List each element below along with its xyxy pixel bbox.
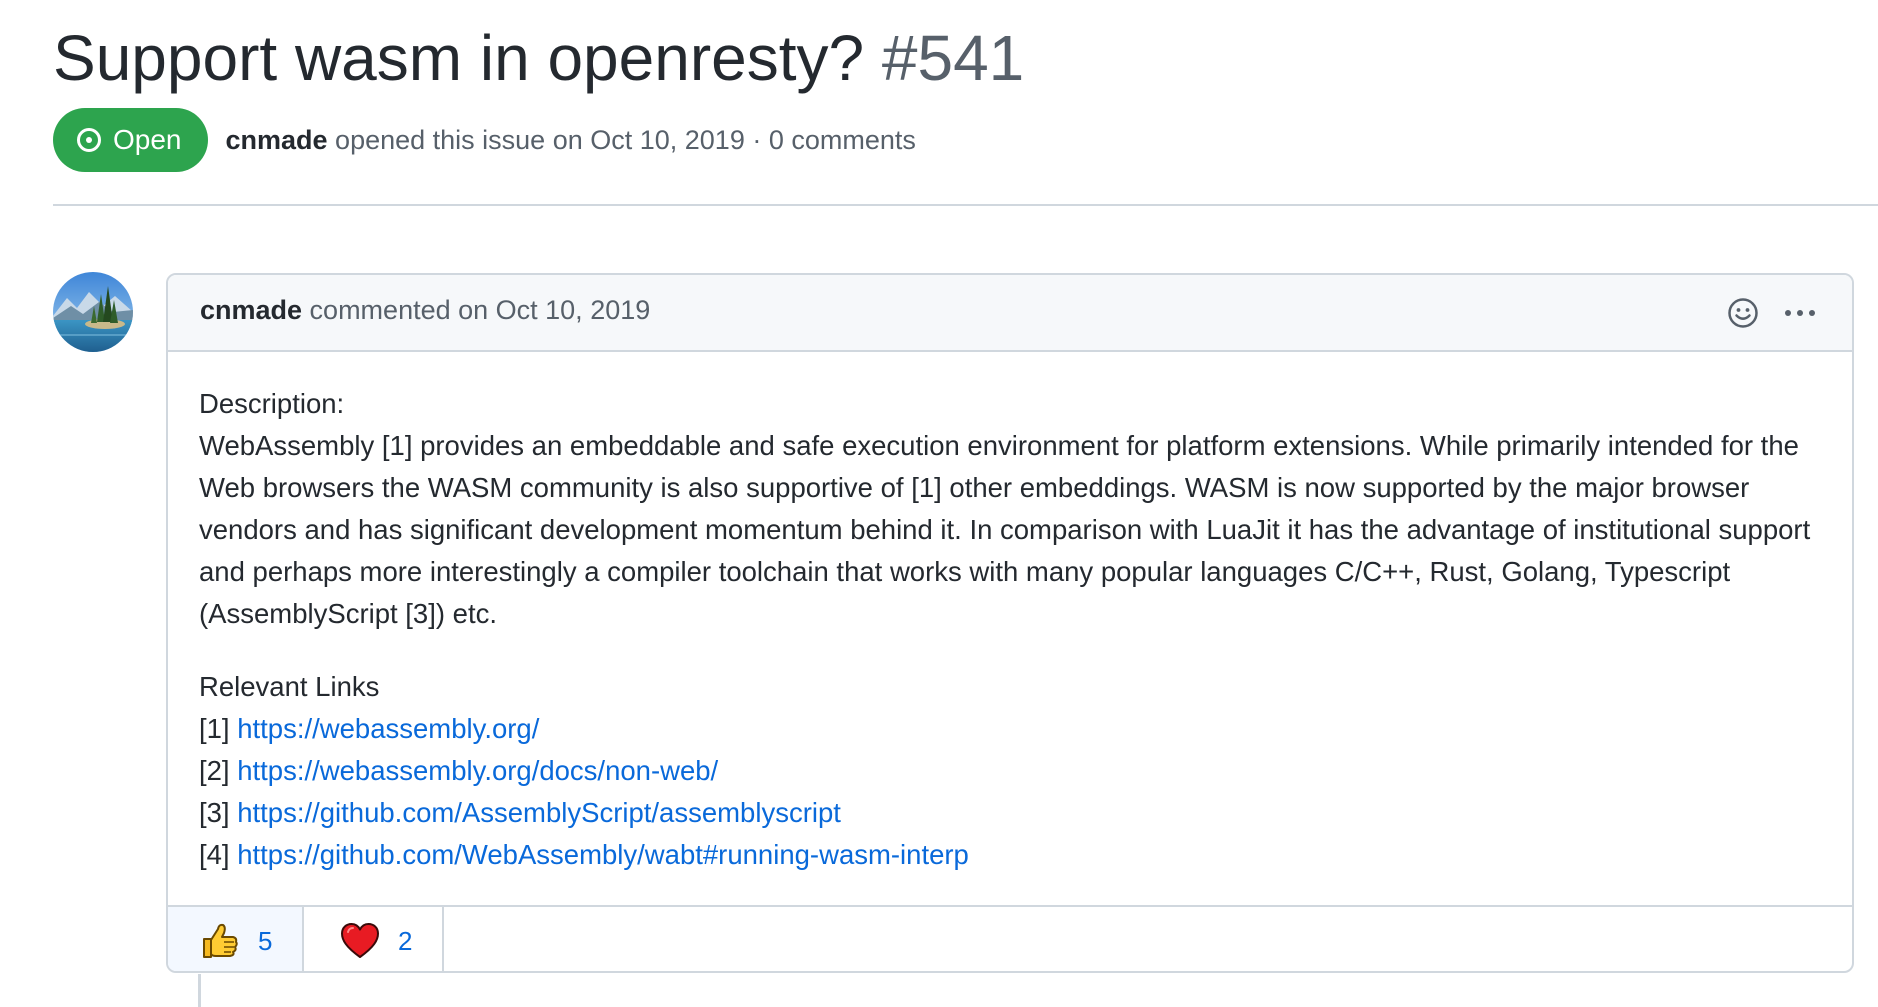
- issue-meta: Open cnmade opened this issue on Oct 10,…: [53, 108, 916, 172]
- comment-author-link[interactable]: cnmade: [200, 295, 302, 325]
- heart-count: 2: [398, 925, 413, 956]
- comment-body: Description: WebAssembly [1] provides an…: [199, 383, 1829, 876]
- smiley-icon: [1728, 298, 1758, 328]
- issue-meta-text: cnmade opened this issue on Oct 10, 2019…: [226, 125, 916, 156]
- avatar[interactable]: [53, 272, 133, 352]
- description-label: Description:: [199, 388, 345, 419]
- link-url[interactable]: https://webassembly.org/: [237, 713, 539, 744]
- thumbs-up-icon: [203, 923, 238, 958]
- links-label: Relevant Links: [199, 671, 380, 702]
- comment-box: cnmade commented on Oct 10, 2019 Descrip…: [166, 273, 1854, 973]
- kebab-horizontal-icon: [1785, 310, 1815, 316]
- link-index: [2]: [199, 755, 238, 786]
- issue-number: #541: [881, 22, 1025, 94]
- state-badge: Open: [53, 108, 208, 172]
- link-item: [1] https://webassembly.org/: [199, 708, 1829, 750]
- avatar-image: [53, 272, 133, 352]
- state-label: Open: [113, 124, 182, 155]
- issue-title-text: Support wasm in openresty?: [53, 22, 865, 94]
- link-index: [3]: [199, 797, 238, 828]
- issue-meta-details: opened this issue on Oct 10, 2019 · 0 co…: [327, 124, 916, 155]
- add-reaction-button[interactable]: [1726, 296, 1760, 330]
- link-item: [3] https://github.com/AssemblyScript/as…: [199, 792, 1829, 834]
- link-url[interactable]: https://github.com/WebAssembly/wabt#runn…: [237, 839, 969, 870]
- timeline-line: [198, 974, 201, 1007]
- link-index: [4]: [199, 839, 238, 870]
- link-url[interactable]: https://webassembly.org/docs/non-web/: [237, 755, 718, 786]
- heart-reaction-button[interactable]: 2: [304, 907, 444, 971]
- thumbs-up-count: 5: [258, 925, 273, 956]
- heart-icon: [341, 923, 379, 958]
- reactions-bar: 5 2: [168, 905, 1852, 971]
- comment-header: cnmade commented on Oct 10, 2019: [168, 275, 1852, 352]
- header-divider: [53, 204, 1878, 206]
- link-item: [2] https://webassembly.org/docs/non-web…: [199, 750, 1829, 792]
- link-item: [4] https://github.com/WebAssembly/wabt#…: [199, 834, 1829, 876]
- comment-header-text: cnmade commented on Oct 10, 2019: [200, 295, 650, 326]
- thumbs-up-reaction-button[interactable]: 5: [168, 907, 304, 971]
- link-index: [1]: [199, 713, 238, 744]
- issue-opened-icon: [77, 128, 101, 152]
- more-options-button[interactable]: [1780, 296, 1820, 330]
- issue-title: Support wasm in openresty? #541: [53, 12, 1024, 104]
- comment-timestamp[interactable]: commented on Oct 10, 2019: [302, 295, 651, 325]
- link-url[interactable]: https://github.com/AssemblyScript/assemb…: [237, 797, 841, 828]
- description-text: WebAssembly [1] provides an embeddable a…: [199, 430, 1811, 629]
- issue-author-link[interactable]: cnmade: [226, 125, 328, 155]
- issue-page: Support wasm in openresty? #541 Open cnm…: [0, 0, 1878, 1007]
